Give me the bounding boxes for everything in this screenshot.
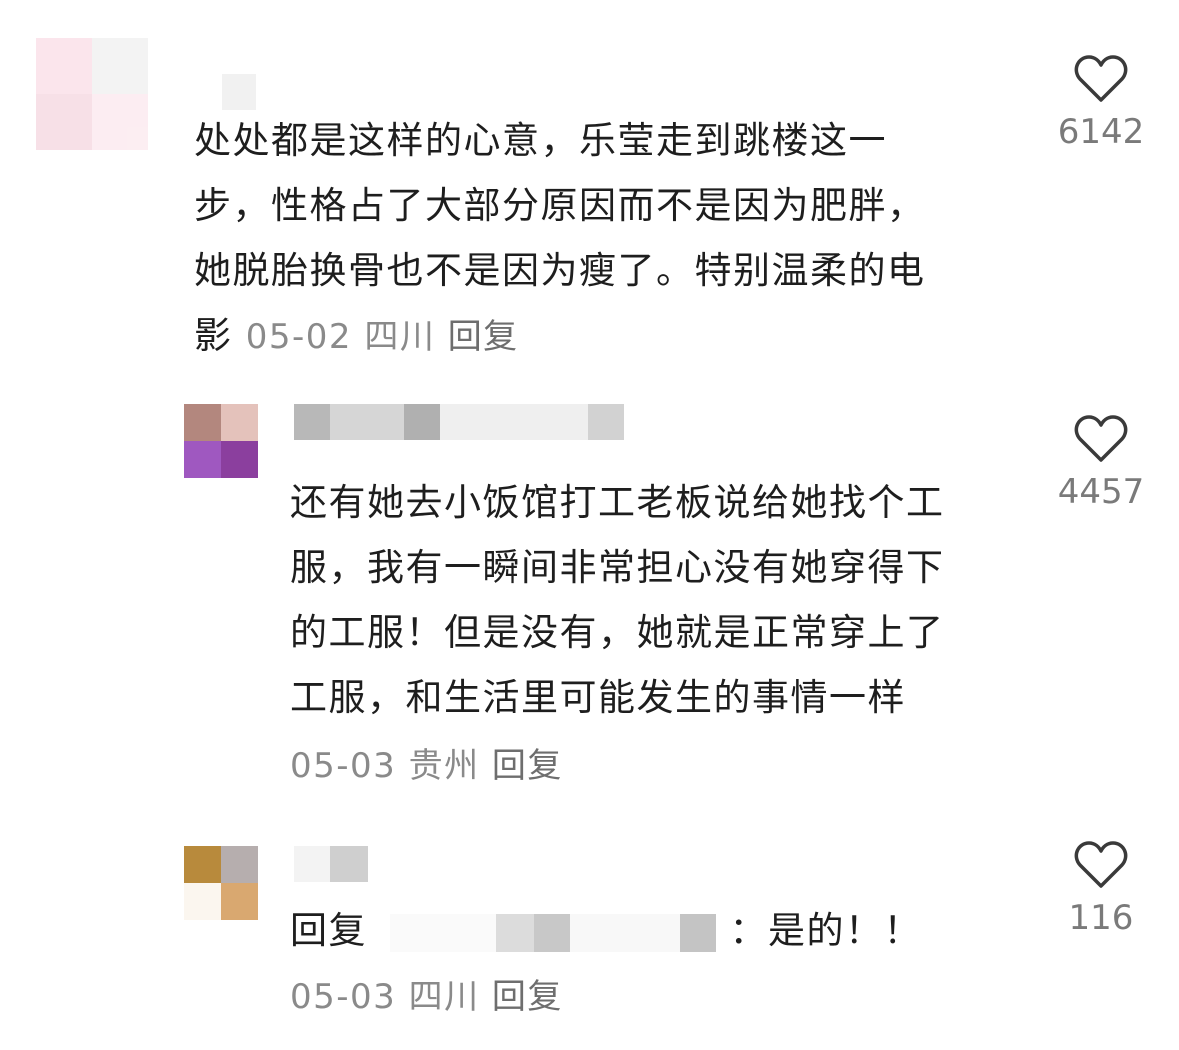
comment-body: 还有她去小饭馆打工老板说给她找个工 服，我有一瞬间非常担心没有她穿得下 的工服！… [290, 470, 1030, 799]
reply-button[interactable]: 回复 [492, 977, 563, 1017]
username-blurred[interactable] [294, 404, 624, 440]
comment-meta: 05-02 四川 回复 [246, 317, 519, 357]
avatar[interactable] [184, 846, 258, 920]
comment-body: 回复 ：是的！！ 05-03 四川 回复 [290, 898, 990, 1030]
like-count: 4457 [1057, 472, 1145, 512]
avatar-tile [184, 441, 221, 478]
avatar-tile [221, 883, 258, 920]
avatar-tile [92, 38, 148, 94]
heart-icon[interactable] [1074, 54, 1128, 104]
heart-icon[interactable] [1074, 414, 1128, 464]
avatar-tile [36, 38, 92, 94]
comment-line-end: 影 [194, 314, 233, 357]
comment-line: 处处都是这样的心意，乐莹走到跳楼这一 [194, 119, 887, 162]
like-count: 116 [1068, 898, 1134, 938]
comment-date: 05-03 [290, 746, 397, 786]
comment-line: 的工服！但是没有，她就是正常穿上了 [290, 611, 945, 654]
avatar-tile [184, 883, 221, 920]
comment-line: 她脱胎换骨也不是因为瘦了。特别温柔的电 [194, 249, 926, 292]
heart-icon[interactable] [1074, 840, 1128, 890]
avatar-tile [184, 404, 221, 441]
comment-date: 05-03 [290, 977, 397, 1017]
username-blurred[interactable] [222, 74, 256, 110]
reply-button[interactable]: 回复 [448, 317, 519, 357]
comment-line: 服，我有一瞬间非常担心没有她穿得下 [290, 546, 945, 589]
comment-location: 四川 [364, 317, 436, 357]
avatar-tile [221, 404, 258, 441]
avatar[interactable] [184, 404, 258, 478]
comment-location: 四川 [408, 977, 480, 1017]
comment-line-last: 影 05-02 四川 回复 [194, 303, 1014, 370]
reply-button[interactable]: 回复 [492, 746, 563, 786]
comment-body: 处处都是这样的心意，乐莹走到跳楼这一 步，性格占了大部分原因而不是因为肥胖， 她… [194, 108, 1014, 370]
avatar[interactable] [36, 38, 148, 150]
reply-line: 回复 ：是的！！ [290, 898, 990, 963]
reply-prefix: 回复 [290, 909, 367, 952]
comment-location: 贵州 [408, 746, 480, 786]
comment-meta: 05-03 四川 回复 [290, 965, 990, 1030]
comment-line: 工服，和生活里可能发生的事情一样 [290, 676, 906, 719]
comment-line: 步，性格占了大部分原因而不是因为肥胖， [194, 184, 926, 227]
avatar-tile [36, 94, 92, 150]
comment-date: 05-02 [245, 317, 353, 357]
like-control[interactable]: 6142 [1046, 54, 1156, 152]
avatar-tile [184, 846, 221, 883]
username-blurred[interactable] [294, 846, 368, 882]
like-count: 6142 [1057, 112, 1145, 152]
like-control[interactable]: 116 [1046, 840, 1156, 938]
comment-meta: 05-03 贵州 回复 [290, 734, 1030, 799]
avatar-tile [221, 441, 258, 478]
like-control[interactable]: 4457 [1046, 414, 1156, 512]
avatar-tile [92, 94, 148, 150]
reply-text: ：是的！！ [729, 909, 923, 952]
mention-blurred[interactable] [390, 909, 729, 952]
comment-line: 还有她去小饭馆打工老板说给她找个工 [290, 481, 945, 524]
avatar-tile [221, 846, 258, 883]
